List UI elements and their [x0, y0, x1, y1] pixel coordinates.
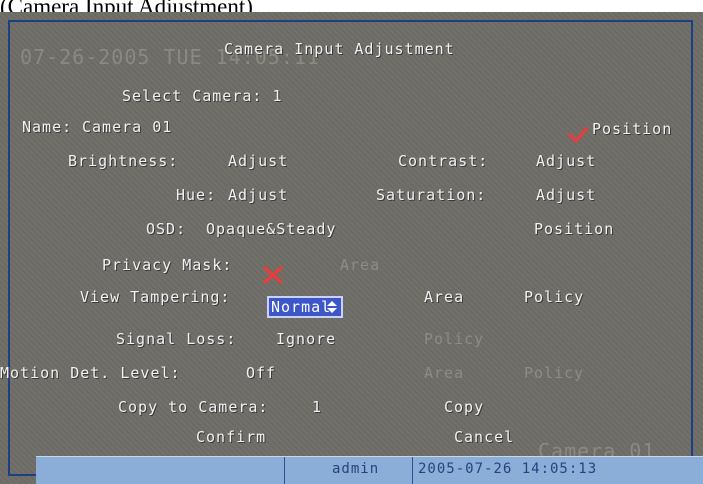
status-separator [284, 457, 285, 484]
copy-to-camera-label: Copy to Camera: [118, 398, 269, 416]
osd-value[interactable]: Opaque&Steady [206, 220, 336, 238]
hue-label: Hue: [176, 186, 217, 204]
dialog-title: Camera Input Adjustment [224, 40, 455, 58]
brightness-adjust-button[interactable]: Adjust [228, 152, 288, 170]
status-user: admin [332, 461, 380, 477]
saturation-adjust-button[interactable]: Adjust [536, 186, 596, 204]
cancel-button[interactable]: Cancel [454, 428, 514, 446]
dvr-screen: 07-26-2005 TUE 14:05:11 Camera 01 Camera… [0, 12, 703, 484]
contrast-label: Contrast: [398, 152, 489, 170]
motion-det-value[interactable]: Off [246, 364, 276, 382]
status-datetime: 2005-07-26 14:05:13 [418, 461, 598, 477]
osd-position-button[interactable]: Position [534, 220, 614, 238]
name-label: Name: [22, 118, 73, 136]
view-tampering-label: View Tampering: [80, 288, 231, 306]
up-down-arrows-icon [327, 301, 337, 313]
hue-adjust-button[interactable]: Adjust [228, 186, 288, 204]
privacy-area-button: Area [340, 256, 381, 274]
copy-to-camera-value[interactable]: 1 [312, 398, 322, 416]
checkmark-icon[interactable] [568, 126, 588, 144]
contrast-adjust-button[interactable]: Adjust [536, 152, 596, 170]
saturation-label: Saturation: [376, 186, 487, 204]
signal-loss-label: Signal Loss: [116, 330, 237, 348]
motion-det-label: Motion Det. Level: [0, 364, 181, 382]
signal-loss-policy-button: Policy [424, 330, 485, 348]
x-mark-icon[interactable] [262, 265, 284, 285]
osd-label: OSD: [146, 220, 187, 238]
copy-button[interactable]: Copy [444, 398, 484, 416]
status-separator [412, 457, 413, 484]
view-tampering-area-button[interactable]: Area [424, 288, 464, 306]
privacy-mask-label: Privacy Mask: [102, 256, 233, 274]
select-camera[interactable]: Select Camera: 1 [122, 87, 283, 105]
dialog-frame [8, 20, 693, 476]
brightness-label: Brightness: [68, 152, 179, 170]
view-tampering-policy-button[interactable]: Policy [524, 288, 584, 306]
confirm-button[interactable]: Confirm [196, 428, 266, 446]
name-position-button[interactable]: Position [592, 120, 672, 138]
status-bar: admin 2005-07-26 14:05:13 [36, 456, 703, 484]
signal-loss-value[interactable]: Ignore [276, 330, 336, 348]
motion-area-button: Area [424, 364, 465, 382]
view-tampering-selected: Normal [271, 298, 332, 316]
motion-policy-button: Policy [524, 364, 585, 382]
name-value[interactable]: Camera 01 [82, 118, 172, 136]
view-tampering-select[interactable]: Normal [267, 296, 343, 318]
